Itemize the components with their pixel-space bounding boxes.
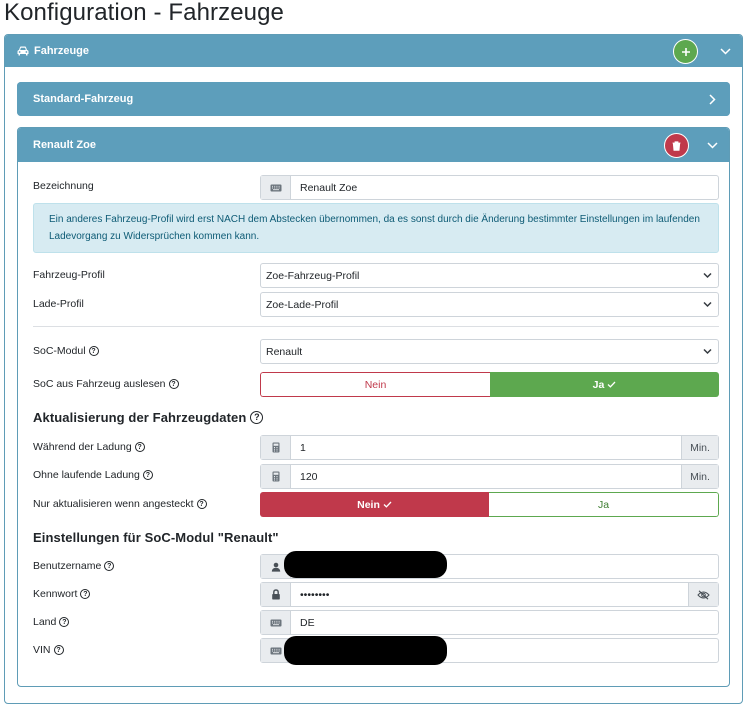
standard-vehicle-card[interactable]: Standard-Fahrzeug (17, 82, 730, 116)
password-label: Kennwort ? (33, 588, 91, 600)
password-input[interactable]: •••••••• (291, 583, 688, 606)
calculator-icon (261, 465, 291, 488)
lade-profil-select[interactable]: Zoe-Lade-Profil (260, 292, 719, 317)
keyboard-icon (261, 611, 291, 634)
help-icon[interactable]: ? (168, 379, 179, 389)
help-icon[interactable]: ? (142, 470, 153, 480)
redaction-mark (284, 551, 447, 578)
eye-slash-icon[interactable] (688, 583, 718, 606)
only-plugged-yes-button[interactable]: Ja (489, 492, 719, 517)
help-icon[interactable]: ? (53, 645, 64, 655)
update-section-heading: Aktualisierung der Fahrzeugdaten ? (33, 410, 264, 425)
country-field[interactable]: DE (260, 610, 719, 635)
fahrzeug-profil-select[interactable]: Zoe-Fahrzeug-Profil (260, 263, 719, 288)
fahrzeug-profil-label: Fahrzeug-Profil (33, 269, 105, 281)
keyboard-icon (261, 176, 291, 199)
lock-icon (261, 583, 291, 606)
vehicle-card-title: Renault Zoe (33, 139, 96, 151)
help-icon[interactable]: ? (59, 617, 70, 627)
soc-settings-heading: Einstellungen für SoC-Modul "Renault" (33, 530, 279, 545)
bezeichnung-field[interactable]: Renault Zoe (260, 175, 719, 200)
chevron-down-icon[interactable] (704, 137, 720, 153)
soc-auslesen-toggle: Nein Ja (260, 372, 719, 397)
vin-label: VIN ? (33, 644, 64, 656)
during-charge-input[interactable]: 1 (291, 436, 681, 459)
vehicles-card: Fahrzeuge Standard-Fahrzeug Renault Zoe … (4, 34, 743, 704)
chevron-down-icon (703, 348, 712, 355)
no-charge-label: Ohne laufende Ladung ? (33, 469, 153, 481)
help-icon[interactable]: ? (104, 561, 115, 571)
soc-auslesen-no-button[interactable]: Nein (260, 372, 490, 397)
bezeichnung-label: Bezeichnung (33, 180, 94, 192)
soc-modul-select[interactable]: Renault (260, 339, 719, 364)
soc-modul-label: SoC-Modul ? (33, 345, 99, 357)
vehicle-card-header[interactable]: Renault Zoe (18, 128, 729, 162)
help-icon[interactable]: ? (80, 589, 91, 599)
help-icon[interactable]: ? (250, 411, 264, 424)
soc-auslesen-yes-button[interactable]: Ja (490, 372, 719, 397)
profile-info-alert: Ein anderes Fahrzeug-Profil wird erst NA… (33, 203, 719, 253)
page-title: Konfiguration - Fahrzeuge (4, 0, 284, 26)
check-icon (383, 501, 392, 508)
help-icon[interactable]: ? (134, 442, 145, 452)
password-field[interactable]: •••••••• (260, 582, 719, 607)
vehicle-card-renault-zoe: Renault Zoe Bezeichnung Renault Zoe Ein … (17, 127, 730, 687)
country-input[interactable]: DE (291, 611, 718, 634)
standard-vehicle-header[interactable]: Standard-Fahrzeug (17, 82, 730, 116)
bezeichnung-input[interactable]: Renault Zoe (291, 176, 718, 199)
check-icon (607, 381, 616, 388)
calculator-icon (261, 436, 291, 459)
minutes-unit: Min. (681, 465, 718, 488)
car-icon (17, 46, 29, 56)
help-icon[interactable]: ? (196, 499, 207, 509)
username-label: Benutzername ? (33, 560, 115, 572)
only-plugged-no-button[interactable]: Nein (260, 492, 489, 517)
chevron-down-icon (703, 272, 712, 279)
no-charge-field[interactable]: 120 Min. (260, 464, 719, 489)
redaction-mark (284, 636, 447, 665)
vehicles-card-title: Fahrzeuge (34, 45, 90, 57)
lade-profil-label: Lade-Profil (33, 298, 84, 310)
only-plugged-label: Nur aktualisieren wenn angesteckt ? (33, 498, 207, 510)
chevron-down-icon (703, 301, 712, 308)
standard-vehicle-title: Standard-Fahrzeug (33, 93, 134, 105)
chevron-down-icon[interactable] (717, 43, 733, 59)
no-charge-input[interactable]: 120 (291, 465, 681, 488)
during-charge-label: Während der Ladung ? (33, 441, 145, 453)
country-label: Land ? (33, 616, 70, 628)
soc-auslesen-label: SoC aus Fahrzeug auslesen ? (33, 378, 179, 390)
only-plugged-toggle: Nein Ja (260, 492, 719, 517)
divider (33, 326, 719, 327)
help-icon[interactable]: ? (88, 346, 99, 356)
minutes-unit: Min. (681, 436, 718, 459)
add-vehicle-button[interactable] (673, 39, 698, 64)
trash-icon (672, 140, 681, 151)
vehicles-card-header[interactable]: Fahrzeuge (5, 35, 742, 67)
plus-icon (681, 47, 690, 56)
delete-vehicle-button[interactable] (664, 133, 689, 158)
chevron-right-icon[interactable] (704, 91, 720, 107)
during-charge-field[interactable]: 1 Min. (260, 435, 719, 460)
